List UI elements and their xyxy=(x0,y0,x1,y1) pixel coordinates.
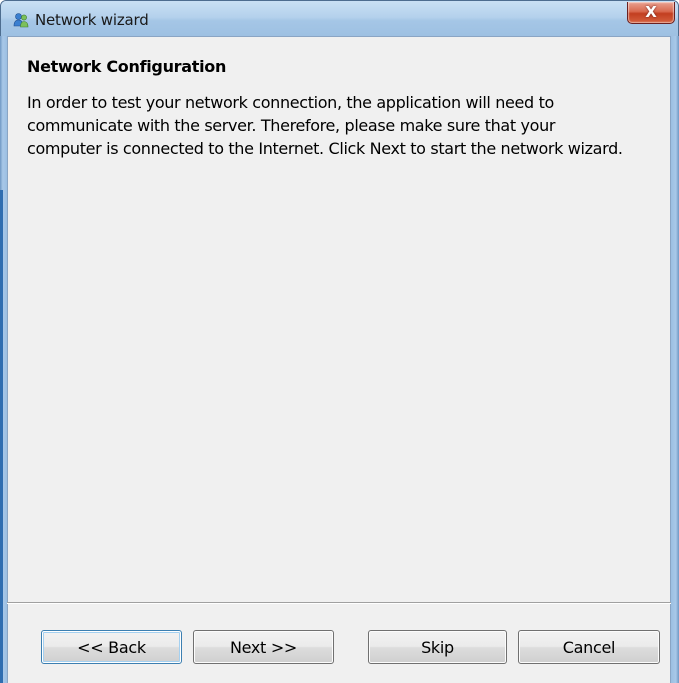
window-right-border xyxy=(671,36,679,683)
title-bar[interactable]: Network wizard xyxy=(1,1,678,37)
instruction-line-2: communicate with the server. Therefore, … xyxy=(27,116,556,135)
close-icon: X xyxy=(645,3,657,21)
cancel-button[interactable]: Cancel xyxy=(518,630,660,664)
users-icon xyxy=(13,13,29,28)
button-bar-divider xyxy=(7,602,671,604)
skip-button[interactable]: Skip xyxy=(368,630,507,664)
instruction-text: In order to test your network connection… xyxy=(27,91,667,160)
next-button[interactable]: Next >> xyxy=(193,630,334,664)
window-title: Network wizard xyxy=(35,11,149,29)
instruction-line-3: computer is connected to the Internet. C… xyxy=(27,139,623,158)
close-button[interactable]: X xyxy=(627,2,675,24)
window-left-border-accent xyxy=(0,190,3,683)
back-button[interactable]: << Back xyxy=(41,630,182,664)
instruction-line-1: In order to test your network connection… xyxy=(27,93,554,112)
page-heading: Network Configuration xyxy=(27,57,227,76)
